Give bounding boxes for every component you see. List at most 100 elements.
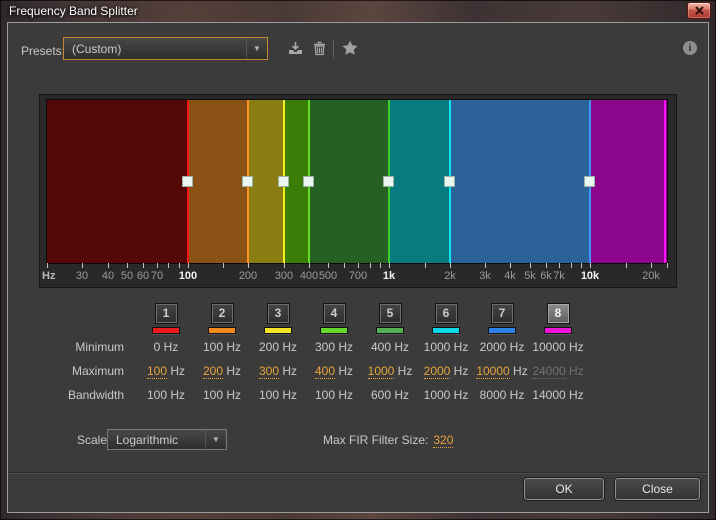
scale-label: Scale: <box>77 433 110 447</box>
band-button-7[interactable]: 7 <box>491 303 514 324</box>
maximum-hot-text-band-6[interactable]: 2000 <box>424 364 451 379</box>
axis-label-10k: 10k <box>573 270 607 282</box>
band-7-handle[interactable] <box>584 176 595 187</box>
scale-dropdown-value: Logarithmic <box>108 433 205 447</box>
bandwidth-value-band-8: 14000 Hz <box>530 388 586 402</box>
bandwidth-value-band-6: 1000 Hz <box>418 388 474 402</box>
minimum-value-band-3: 200 Hz <box>250 340 306 354</box>
band-button-5[interactable]: 5 <box>379 303 402 324</box>
close-button[interactable]: Close <box>615 478 700 500</box>
presets-dropdown[interactable]: (Custom) ▼ <box>63 37 268 60</box>
band-color-swatch-7[interactable] <box>488 327 516 334</box>
maximum-hot-text-band-7[interactable]: 10000 <box>476 364 509 379</box>
axis-tick-60 <box>143 263 144 268</box>
scale-dropdown[interactable]: Logarithmic ▼ <box>107 429 227 450</box>
window-close-button[interactable] <box>687 2 711 19</box>
maximum-hot-text-band-3[interactable]: 300 <box>259 364 279 379</box>
maximum-value-band-5[interactable]: 1000 Hz <box>362 364 418 378</box>
maximum-value-band-2[interactable]: 200 Hz <box>194 364 250 378</box>
frequency-display: Hz 30405060701002003004005007001k2k3k4k5… <box>39 94 677 288</box>
bandwidth-value-band-2: 100 Hz <box>194 388 250 402</box>
star-icon <box>341 39 358 57</box>
axis-tick-4000 <box>510 263 511 268</box>
band-6-region <box>389 100 450 263</box>
presets-label: Presets: <box>21 44 65 58</box>
band-color-swatch-1[interactable] <box>152 327 180 334</box>
band-8-region <box>590 100 667 263</box>
band-color-swatch-4[interactable] <box>320 327 348 334</box>
band-color-swatch-2[interactable] <box>208 327 236 334</box>
titlebar[interactable]: Frequency Band Splitter <box>0 0 716 22</box>
maximum-value-band-1[interactable]: 100 Hz <box>138 364 194 378</box>
axis-label-200: 200 <box>231 270 265 282</box>
band-column-8: 8 <box>530 303 586 334</box>
band-column-1: 1 <box>138 303 194 334</box>
axis-tick-15000 <box>626 263 627 268</box>
maximum-value-band-8: 24000 Hz <box>530 364 586 378</box>
maximum-value-band-4[interactable]: 400 Hz <box>306 364 362 378</box>
band-color-swatch-5[interactable] <box>376 327 404 334</box>
axis-tick-8000 <box>571 263 572 268</box>
axis-tick-6000 <box>546 263 547 268</box>
bandwidth-row: Bandwidth100 Hz100 Hz100 Hz100 Hz600 Hz1… <box>8 388 586 402</box>
info-icon[interactable]: i <box>683 41 697 55</box>
axis-tick-2000 <box>450 263 451 268</box>
maximum-hot-text-band-1[interactable]: 100 <box>147 364 167 379</box>
trash-icon <box>311 40 328 57</box>
favorite-preset-button[interactable] <box>341 39 358 56</box>
band-5-region <box>309 100 389 263</box>
band-2-handle[interactable] <box>242 176 253 187</box>
delete-preset-button[interactable] <box>311 40 328 57</box>
save-preset-button[interactable] <box>287 40 304 57</box>
chevron-down-icon: ▼ <box>205 430 226 449</box>
ok-button[interactable]: OK <box>524 478 604 500</box>
band-button-6[interactable]: 6 <box>435 303 458 324</box>
maximum-value-band-6[interactable]: 2000 Hz <box>418 364 474 378</box>
axis-tick-30 <box>82 263 83 268</box>
axis-tick-20 <box>47 263 48 268</box>
maximum-value-band-3[interactable]: 300 Hz <box>250 364 306 378</box>
axis-label-700: 700 <box>341 270 375 282</box>
minimum-value-band-7: 2000 Hz <box>474 340 530 354</box>
band-1-handle[interactable] <box>182 176 193 187</box>
maximum-hot-text-band-4[interactable]: 400 <box>315 364 335 379</box>
band-color-swatch-3[interactable] <box>264 327 292 334</box>
axis-tick-24000 <box>667 263 668 268</box>
band-4-handle[interactable] <box>303 176 314 187</box>
axis-label-1k: 1k <box>372 270 406 282</box>
band-button-4[interactable]: 4 <box>323 303 346 324</box>
max-fir-value[interactable]: 320 <box>433 433 453 448</box>
maximum-hot-text-band-5[interactable]: 1000 <box>368 364 395 379</box>
minimum-row: Minimum0 Hz100 Hz200 Hz300 Hz400 Hz1000 … <box>8 340 586 354</box>
minimum-value-band-5: 400 Hz <box>362 340 418 354</box>
band-button-2[interactable]: 2 <box>211 303 234 324</box>
axis-tick-10000 <box>590 263 591 268</box>
maximum-row: Maximum100 Hz200 Hz300 Hz400 Hz1000 Hz20… <box>8 364 586 378</box>
maximum-value-band-7[interactable]: 10000 Hz <box>474 364 530 378</box>
band-button-3[interactable]: 3 <box>267 303 290 324</box>
axis-tick-200 <box>248 263 249 268</box>
band-button-1[interactable]: 1 <box>155 303 178 324</box>
close-icon <box>695 6 704 15</box>
bandwidth-value-band-3: 100 Hz <box>250 388 306 402</box>
axis-tick-400 <box>309 263 310 268</box>
band-button-8[interactable]: 8 <box>547 303 570 324</box>
bandwidth-value-band-4: 100 Hz <box>306 388 362 402</box>
minimum-value-band-6: 1000 Hz <box>418 340 474 354</box>
minimum-value-band-4: 300 Hz <box>306 340 362 354</box>
band-2-region <box>188 100 248 263</box>
band-area <box>47 100 667 263</box>
window-title: Frequency Band Splitter <box>9 4 138 18</box>
band-buttons-row: 1 2 3 4 5 6 7 8 <box>138 303 586 334</box>
band-6-handle[interactable] <box>444 176 455 187</box>
minimum-value-band-2: 100 Hz <box>194 340 250 354</box>
axis-tick-40 <box>108 263 109 268</box>
axis-tick-80 <box>168 263 169 268</box>
band-color-swatch-6[interactable] <box>432 327 460 334</box>
band-3-handle[interactable] <box>278 176 289 187</box>
table-row-label: Bandwidth <box>8 388 138 402</box>
band-5-handle[interactable] <box>383 176 394 187</box>
maximum-hot-text-band-2[interactable]: 200 <box>203 364 223 379</box>
frequency-band-splitter-dialog: Frequency Band Splitter Presets: (Custom… <box>0 0 716 520</box>
band-color-swatch-8[interactable] <box>544 327 572 334</box>
